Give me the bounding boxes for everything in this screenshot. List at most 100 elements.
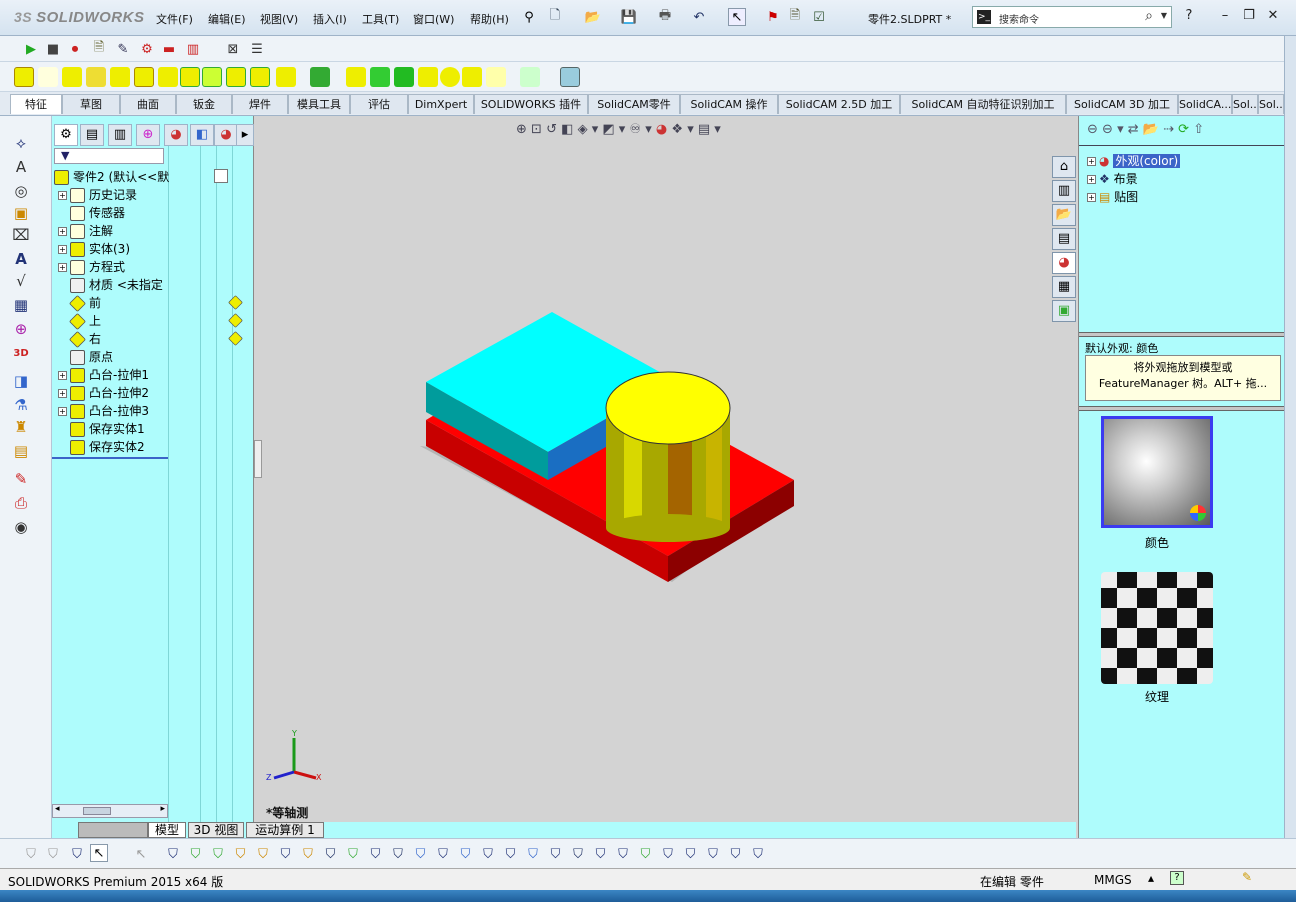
tree-item[interactable]: 材质 <未指定 [58,276,163,294]
quick-tips-icon[interactable]: ✎ [1242,870,1252,884]
edit-icon[interactable]: ✎ [12,470,30,488]
collapse-icon[interactable]: ⇢ [1163,122,1174,137]
cam-manager-tab-icon[interactable]: ◧ [190,124,214,146]
display-manager-tab-icon[interactable]: ◕ [164,124,188,146]
selection-filter-icon[interactable]: ⛉ [254,845,272,863]
selection-filter-icon[interactable]: ⛉ [524,845,542,863]
pane-splitter-2[interactable] [1079,406,1285,411]
revolved-cut-icon[interactable] [180,67,200,87]
geometric-tolerance-icon[interactable]: ⌧ [12,226,30,244]
annotation-view-icon[interactable]: ⚗ [12,396,30,414]
restore-button[interactable]: ❐ [1240,8,1258,24]
selection-filter-icon[interactable]: ⛉ [344,845,362,863]
pane-splitter[interactable] [1079,332,1285,337]
selection-filter-icon[interactable]: ⛉ [412,845,430,863]
forward-icon[interactable]: ⊖ ▾ [1102,122,1124,137]
tab-evaluate[interactable]: 评估 [350,94,408,114]
selection-filter-icon[interactable]: ⛉ [277,845,295,863]
smart-dimension-icon[interactable]: ⟡ [12,134,30,152]
tree-item[interactable]: + 注解 [58,222,113,240]
lofted-boss-icon[interactable] [86,67,106,87]
tree-item[interactable]: + 实体(3) [58,240,130,258]
new-document-icon[interactable]: 🗋 [546,8,564,26]
scroll-thumb[interactable] [83,807,111,815]
toolbar-list-icon[interactable]: ☰ [248,40,266,58]
tab-solidcam-more-1[interactable]: SolidCA... [1178,94,1232,114]
selection-filter-icon[interactable]: ⛉ [367,845,385,863]
reference-geometry-icon[interactable] [486,67,506,87]
3d-icon[interactable]: 3D [12,348,30,359]
expand-icon[interactable]: + [58,371,67,380]
expand-icon[interactable]: + [58,407,67,416]
tp-tree-appearances[interactable]: + ◕ 外观(color) [1087,152,1181,170]
texture-appearance-thumbnail[interactable] [1101,572,1213,684]
back-icon[interactable]: ⊖ [1087,122,1098,137]
scroll-right-icon[interactable]: ▸ [160,804,165,814]
select-icon[interactable]: ↖ [90,844,108,862]
folder-icon[interactable]: 📂 [1143,122,1159,137]
note-icon[interactable]: A [12,158,30,176]
appearance-tab-icon[interactable]: ◕ [214,124,238,146]
filter-toggle-icon[interactable]: ⛉ [22,845,40,863]
solidcam-pane-icon[interactable]: ▣ [1052,300,1076,322]
tree-item[interactable]: + 凸台-拉伸2 [58,384,149,402]
selection-filter-icon[interactable]: ⛉ [232,845,250,863]
appearances-scenes-icon[interactable]: ◕ [1052,252,1076,274]
selection-filter-icon[interactable]: ⛉ [389,845,407,863]
menu-view[interactable]: 视图(V) [260,11,298,27]
balloon-icon[interactable]: ◎ [12,182,30,200]
run-macro-icon[interactable]: ▶ [22,40,40,58]
minimize-button[interactable]: – [1216,8,1234,24]
tab-solidcam-more-2[interactable]: Sol... [1232,94,1258,114]
chevron-down-icon[interactable]: ▼ [1161,11,1167,20]
search-icon[interactable]: ⌕ [1145,8,1153,24]
filter-select-all-icon[interactable]: ⛉ [68,845,86,863]
edit-macro-icon[interactable]: ✎ [114,40,132,58]
tree-item[interactable]: + 凸台-拉伸1 [58,366,149,384]
selection-filter-icon[interactable]: ⛉ [614,845,632,863]
expand-icon[interactable]: + [58,245,67,254]
tab-mold-tools[interactable]: 模具工具 [288,94,350,114]
selection-filter-icon[interactable]: ⛉ [682,845,700,863]
plane-display-icon[interactable] [228,331,243,346]
select-other-icon[interactable]: ↖ [132,845,150,863]
macro-options-icon[interactable]: ▥ [184,40,202,58]
print-icon[interactable]: 🖶 [656,8,674,26]
tab-solidcam-3d[interactable]: SolidCAM 3D 加工 [1066,94,1178,114]
selection-filter-icon[interactable]: ⛉ [592,845,610,863]
tree-item[interactable]: + 历史记录 [58,186,137,204]
tab-model[interactable]: 模型 [148,822,186,838]
selection-filter-icon[interactable]: ⛉ [434,845,452,863]
tab-surfaces[interactable]: 曲面 [120,94,176,114]
table-icon[interactable]: ▦ [12,296,30,314]
hole-wizard-icon[interactable] [158,67,178,87]
draft-icon[interactable] [370,67,390,87]
publish-icon[interactable]: ⎙ [12,494,30,512]
view-palette-icon[interactable]: ▤ [1052,228,1076,250]
expand-icon[interactable]: + [1087,175,1096,184]
tree-item[interactable]: 原点 [58,348,113,366]
tab-weldments[interactable]: 焊件 [232,94,288,114]
help-status-icon[interactable]: ? [1170,871,1184,885]
selection-filter-icon[interactable]: ⛉ [164,845,182,863]
tree-item[interactable]: 上 [58,312,243,330]
selection-filter-icon[interactable]: ⛉ [479,845,497,863]
lofted-cut-icon[interactable] [226,67,246,87]
file-explorer-icon[interactable]: 📂 [1052,204,1076,226]
stop-macro-icon[interactable]: ■ [44,40,62,58]
tree-item[interactable]: 传感器 [58,204,125,222]
swept-boss-icon[interactable] [62,67,82,87]
tree-item[interactable]: + 方程式 [58,258,125,276]
extruded-cut-icon[interactable] [134,67,154,87]
shell-icon[interactable] [394,67,414,87]
surface-finish-icon[interactable]: √ [12,272,30,290]
expand-icon[interactable]: + [58,389,67,398]
toolbar-option-icon[interactable]: ⊠ [224,40,242,58]
center-mark-icon[interactable]: ⊕ [12,320,30,338]
rebuild-icon[interactable]: ⚑ [764,8,782,26]
plane-display-icon[interactable] [228,313,243,328]
color-appearance-thumbnail[interactable] [1101,416,1213,528]
tree-filter-box[interactable]: ▼ [54,148,164,164]
selection-filter-icon[interactable]: ⛉ [569,845,587,863]
options-icon[interactable]: ☑ [810,8,828,26]
